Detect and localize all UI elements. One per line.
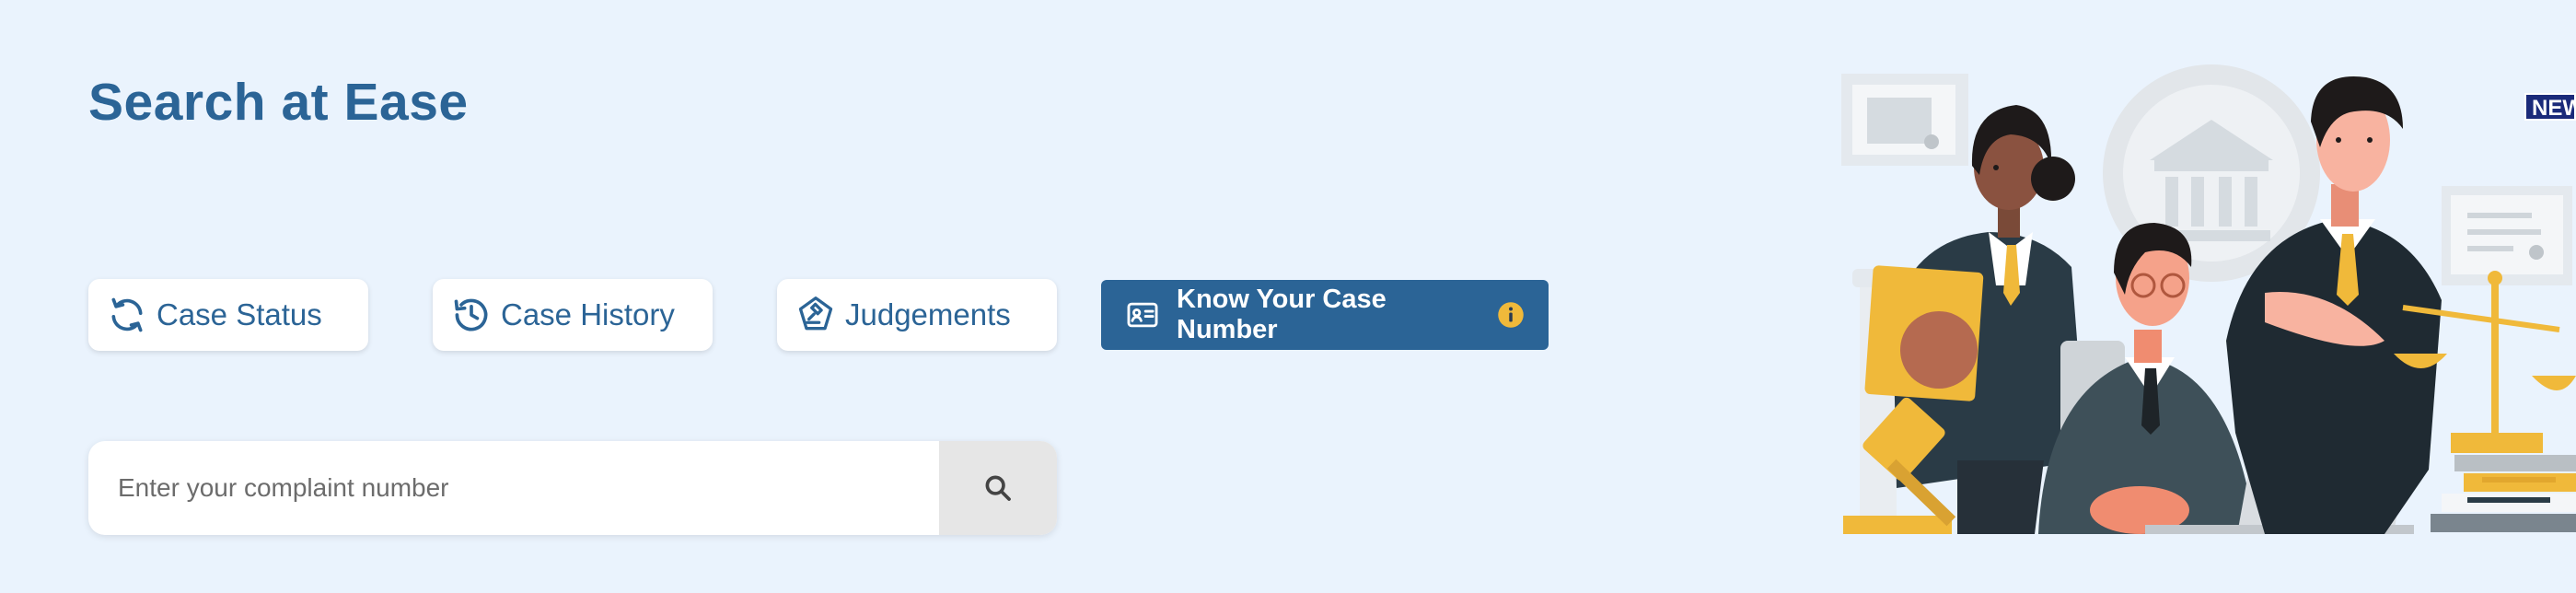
refresh-icon xyxy=(111,297,143,332)
judgements-label: Judgements xyxy=(845,297,1011,331)
history-icon xyxy=(454,298,488,331)
complaint-search-box xyxy=(88,441,1057,535)
complaint-number-input[interactable] xyxy=(88,441,939,535)
gavel-icon xyxy=(798,296,833,331)
case-status-button[interactable]: Case Status xyxy=(88,279,368,351)
search-icon xyxy=(985,475,1011,501)
case-history-button[interactable]: Case History xyxy=(433,279,713,351)
id-card-icon xyxy=(1127,302,1158,328)
case-status-label: Case Status xyxy=(157,297,322,331)
know-your-case-number-button[interactable]: Know Your Case Number xyxy=(1101,280,1549,350)
search-button[interactable] xyxy=(939,441,1057,535)
page-title: Search at Ease xyxy=(88,73,469,132)
new-badge: NEW xyxy=(2524,93,2576,121)
legal-team-illustration xyxy=(1841,64,2576,534)
case-history-label: Case History xyxy=(501,297,675,331)
info-icon[interactable] xyxy=(1497,301,1525,329)
know-your-case-number-label: Know Your Case Number xyxy=(1177,285,1387,344)
judgements-button[interactable]: Judgements xyxy=(777,279,1057,351)
